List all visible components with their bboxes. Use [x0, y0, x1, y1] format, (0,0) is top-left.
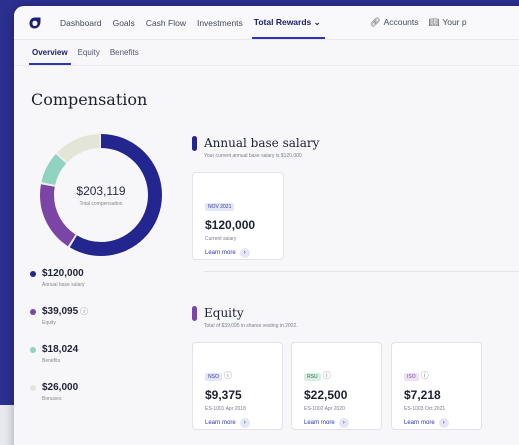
- tab-benefits[interactable]: Benefits: [110, 48, 139, 57]
- legend-dot: [30, 271, 36, 277]
- tab-overview[interactable]: Overview: [29, 48, 71, 65]
- nav-your-profile[interactable]: 📖︎ Your p: [429, 17, 467, 28]
- legend-value-row: $39,095 ⓘ: [42, 306, 88, 317]
- logo-icon[interactable]: [28, 16, 42, 30]
- info-icon[interactable]: ⓘ: [323, 371, 331, 380]
- nav-accounts[interactable]: 🔗︎ Accounts: [370, 17, 419, 28]
- salary-value: $120,000: [205, 218, 256, 232]
- equity-section-marker: [192, 306, 197, 321]
- equity-tile-nso: NSO ⓘ $9,375 ES-1001 Apr 2018 Learn more ›: [192, 342, 283, 430]
- legend-label: Benefits: [42, 358, 61, 364]
- grant-type-badge: ISO: [404, 373, 419, 381]
- page-title: Compensation: [31, 90, 148, 109]
- book-icon: 📖︎: [428, 17, 440, 27]
- legend-value: $18,024: [42, 344, 79, 355]
- learn-more-link[interactable]: Learn more ›: [205, 248, 283, 258]
- equity-section-title: Equity: [204, 306, 244, 320]
- legend-value: $39,095: [42, 306, 79, 317]
- donut-center: $203,119 Total compensation: [38, 184, 164, 207]
- info-icon[interactable]: ⓘ: [421, 371, 429, 380]
- grant-type-badge: NSO: [205, 373, 222, 381]
- chevron-right-icon: ›: [338, 418, 349, 428]
- legend-label: Equity: [42, 320, 56, 326]
- legend-dot: [30, 347, 36, 353]
- compensation-legend: $120,000 Annual base salary $39,095 ⓘ Equ…: [30, 268, 88, 420]
- section-divider: [204, 271, 519, 272]
- salary-tile: NOV 2021 $120,000 Current salary Learn m…: [192, 172, 284, 260]
- app-window: Dashboard Goals Cash Flow Investments To…: [14, 6, 519, 445]
- nav-cash-flow[interactable]: Cash Flow: [146, 18, 186, 28]
- nav-total-rewards[interactable]: Total Rewards ⌄: [251, 17, 325, 39]
- nav-dashboard[interactable]: Dashboard: [60, 18, 102, 28]
- learn-more-link[interactable]: Learn more ›: [205, 418, 282, 428]
- salary-section-marker: [192, 136, 197, 151]
- sub-tabs: Overview Equity Benefits: [14, 40, 519, 66]
- legend-dot: [30, 385, 36, 391]
- date-badge: NOV 2021: [205, 203, 235, 211]
- chevron-right-icon: ›: [239, 418, 250, 428]
- legend-item-bonuses: $26,000 Bonuses: [30, 382, 88, 402]
- salary-caption: Current salary: [205, 236, 237, 242]
- learn-more-label: Learn more: [304, 420, 335, 426]
- salary-section-subtitle: Your current annual base salary is $120,…: [204, 153, 304, 159]
- tab-equity[interactable]: Equity: [78, 48, 100, 57]
- learn-more-label: Learn more: [205, 420, 236, 426]
- grant-value: $9,375: [205, 388, 242, 402]
- legend-dot: [30, 309, 36, 315]
- donut-total: $203,119: [76, 184, 126, 198]
- legend-item-equity: $39,095 ⓘ Equity: [30, 306, 88, 326]
- grant-value: $22,500: [304, 388, 348, 402]
- legend-label: Annual base salary: [42, 282, 85, 288]
- grant-id: ES-1003 Oct 2021: [404, 406, 446, 412]
- grant-value: $7,218: [404, 388, 441, 402]
- equity-section-subtitle: Total of $39,095 in shares vesting in 20…: [204, 323, 298, 329]
- equity-tile-rsu: RSU ⓘ $22,500 ES-1002 Apr 2020 Learn more…: [291, 342, 382, 430]
- top-navigation: Dashboard Goals Cash Flow Investments To…: [14, 6, 519, 40]
- chevron-right-icon: ›: [438, 418, 449, 428]
- nav-right: 🔗︎ Accounts 📖︎ Your p: [370, 17, 467, 28]
- learn-more-label: Learn more: [404, 420, 435, 426]
- info-icon[interactable]: ⓘ: [224, 371, 232, 380]
- nav-investments[interactable]: Investments: [197, 18, 243, 28]
- legend-value: $120,000: [42, 268, 84, 279]
- legend-item-benefits: $18,024 Benefits: [30, 344, 88, 364]
- chevron-down-icon: ⌄: [313, 17, 321, 27]
- grant-id: ES-1001 Apr 2018: [205, 406, 246, 412]
- chevron-right-icon: ›: [239, 248, 250, 258]
- nav-goals[interactable]: Goals: [113, 18, 135, 28]
- learn-more-link[interactable]: Learn more ›: [404, 418, 481, 428]
- legend-label: Bonuses: [42, 396, 62, 402]
- salary-section-title: Annual base salary: [204, 136, 320, 150]
- legend-value: $26,000: [42, 382, 79, 393]
- donut-label: Total compensation: [79, 201, 123, 207]
- link-icon: 🔗︎: [369, 17, 381, 27]
- nav-total-rewards-label: Total Rewards: [253, 17, 312, 27]
- grant-id: ES-1002 Apr 2020: [304, 406, 345, 412]
- equity-tile-iso: ISO ⓘ $7,218 ES-1003 Oct 2021 Learn more ›: [391, 342, 482, 430]
- nav-your-profile-label: Your p: [442, 17, 467, 27]
- grant-type-badge: RSU: [304, 373, 321, 381]
- legend-item-base-salary: $120,000 Annual base salary: [30, 268, 88, 288]
- nav-accounts-label: Accounts: [383, 17, 419, 27]
- info-icon[interactable]: ⓘ: [80, 307, 88, 316]
- learn-more-link[interactable]: Learn more ›: [304, 418, 381, 428]
- learn-more-label: Learn more: [205, 250, 236, 256]
